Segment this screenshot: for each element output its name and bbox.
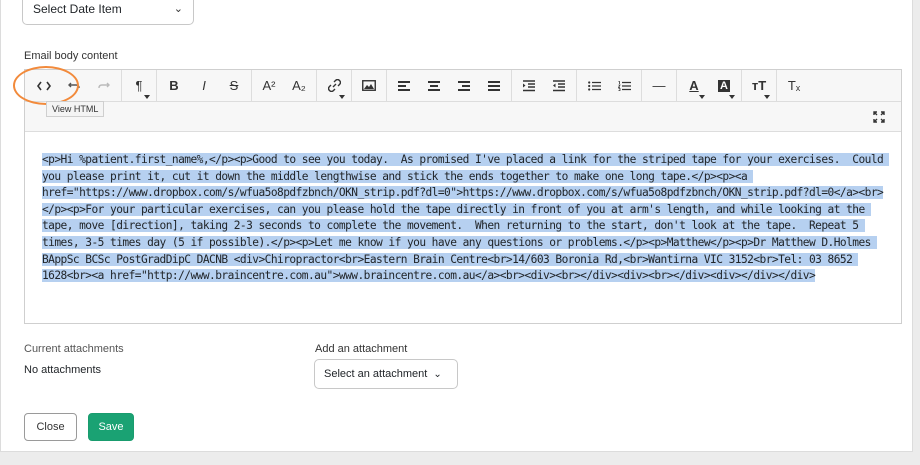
align-right-icon (458, 80, 470, 91)
code-icon[interactable] (29, 70, 59, 102)
editor-toolbar: ¶ B I S A² A₂ — A A тТ Tₓ (25, 69, 901, 102)
date-item-select[interactable]: Select Date Item ⌄ (22, 0, 194, 25)
align-right-button[interactable] (449, 70, 479, 102)
horizontal-line-button[interactable]: — (644, 70, 674, 102)
date-item-select-value: Select Date Item (33, 1, 122, 16)
indent-icon[interactable] (514, 70, 544, 102)
chevron-down-icon: ⌄ (433, 368, 442, 380)
italic-button[interactable]: I (189, 70, 219, 102)
clear-formatting-button[interactable]: Tₓ (779, 70, 809, 102)
align-justify-icon (488, 80, 500, 91)
align-left-button[interactable] (389, 70, 419, 102)
fullscreen-icon[interactable] (873, 111, 885, 126)
superscript-icon: A² (262, 78, 276, 93)
clear-formatting-icon: Tₓ (787, 78, 801, 93)
background-color-icon: A (718, 79, 730, 92)
subscript-button[interactable]: A₂ (284, 70, 314, 102)
attachment-select-value: Select an attachment (324, 368, 428, 380)
bold-button[interactable]: B (159, 70, 189, 102)
chevron-down-icon: ⌄ (173, 3, 183, 15)
align-left-icon (398, 80, 410, 91)
editor-html-text: <p>Hi %patient.first_name%,</p><p>Good t… (42, 153, 890, 283)
align-center-icon (428, 80, 440, 91)
html-source-view[interactable]: <p>Hi %patient.first_name%,</p><p>Good t… (25, 132, 901, 285)
close-button[interactable]: Close (24, 413, 77, 441)
image-icon[interactable] (354, 70, 384, 102)
current-attachments-label: Current attachments (24, 343, 124, 355)
background-color-button[interactable]: A (709, 70, 739, 102)
align-justify-button[interactable] (479, 70, 509, 102)
bullet-list-icon[interactable] (579, 70, 609, 102)
add-attachment-label: Add an attachment (315, 343, 408, 355)
horizontal-line-icon: — (652, 78, 666, 93)
attachment-select[interactable]: Select an attachment ⌄ (314, 359, 458, 389)
strikethrough-icon: S (229, 78, 239, 93)
font-size-icon: тТ (751, 78, 767, 93)
redo-icon[interactable] (89, 70, 119, 102)
bold-icon: B (169, 78, 179, 93)
view-html-tooltip: View HTML (46, 101, 105, 117)
font-color-icon: A (689, 78, 699, 93)
paragraph-icon: ¶ (135, 78, 143, 93)
superscript-button[interactable]: A² (254, 70, 284, 102)
link-icon[interactable] (319, 70, 349, 102)
email-body-label: Email body content (24, 50, 118, 62)
rich-text-editor: ¶ B I S A² A₂ — A A тТ Tₓ <p>Hi %patient… (24, 69, 902, 324)
outdent-icon[interactable] (544, 70, 574, 102)
italic-icon: I (202, 78, 206, 93)
strikethrough-button[interactable]: S (219, 70, 249, 102)
align-center-button[interactable] (419, 70, 449, 102)
save-button[interactable]: Save (88, 413, 134, 441)
undo-icon[interactable] (59, 70, 89, 102)
numbered-list-icon[interactable] (609, 70, 639, 102)
paragraph-format-button[interactable]: ¶ (124, 70, 154, 102)
current-attachments-value: No attachments (24, 364, 102, 376)
font-size-button[interactable]: тТ (744, 70, 774, 102)
subscript-icon: A₂ (292, 78, 306, 93)
font-color-button[interactable]: A (679, 70, 709, 102)
editor-toolbar-secondary (25, 102, 901, 132)
